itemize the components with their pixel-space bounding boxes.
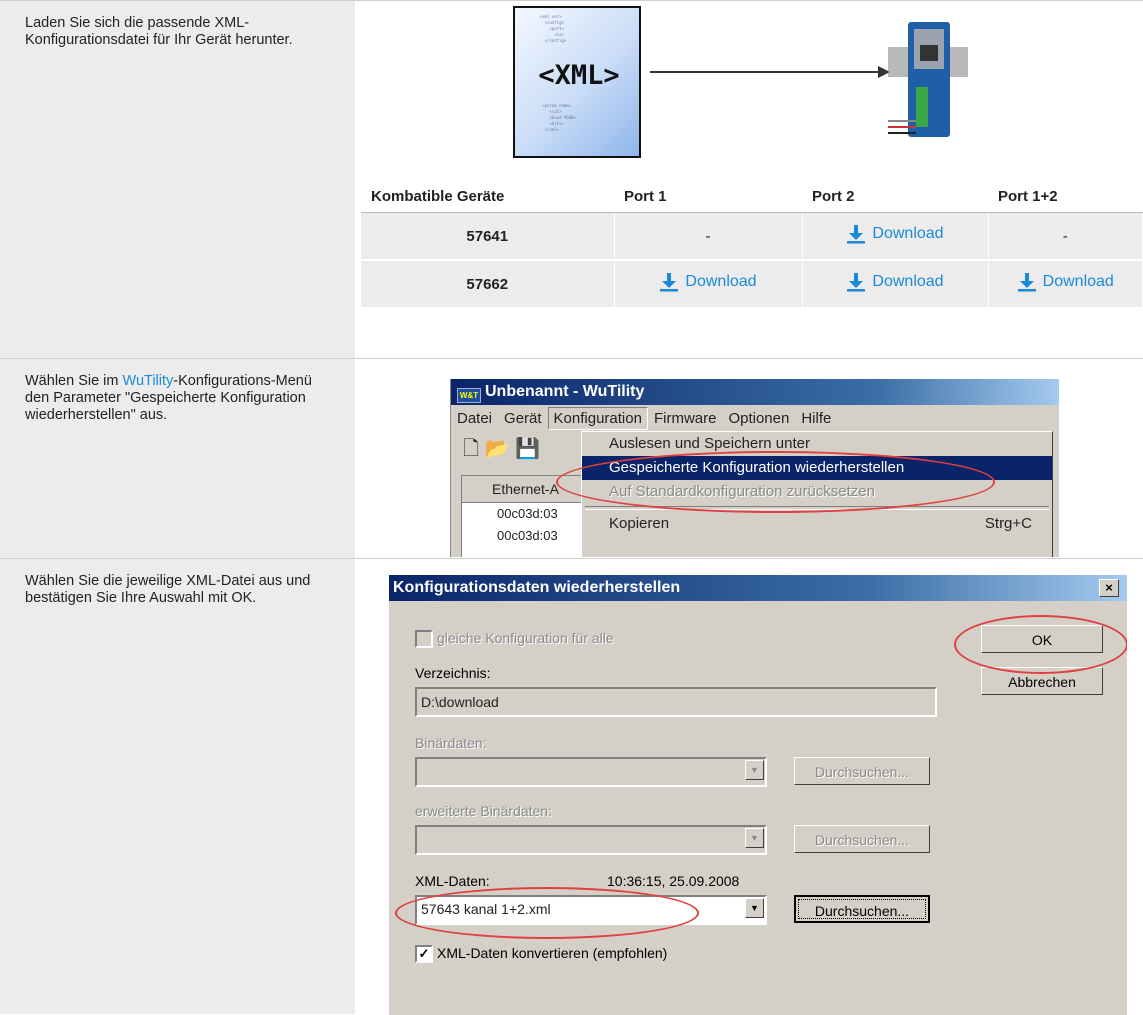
same-config-checkbox: [415, 630, 433, 648]
device-cell: 57641: [361, 212, 615, 261]
download-icon: [660, 273, 679, 292]
ok-highlight-ellipse: [954, 615, 1127, 674]
verzeichnis-label: Verzeichnis:: [415, 665, 491, 681]
verzeichnis-field: D:\download: [415, 687, 937, 717]
kopieren-label: Kopieren: [609, 515, 670, 532]
grid-row[interactable]: 00c03d:03: [462, 503, 587, 525]
save-icon[interactable]: 💾: [515, 438, 540, 460]
convert-checkbox[interactable]: ✓: [415, 945, 433, 963]
step-dialog-row: Wählen Sie die jeweilige XML-Datei aus u…: [0, 558, 1143, 1015]
download-label: Download: [872, 273, 944, 290]
dialog-title: Konfigurationsdaten wiederherstellen: [389, 575, 1127, 601]
window-title: Unbenannt - WuTility: [485, 383, 645, 400]
menu-item-kopieren[interactable]: Kopieren Strg+C: [582, 512, 1052, 536]
download-link[interactable]: Download: [1017, 272, 1114, 292]
download-icon: [1017, 273, 1036, 292]
ext-binaer-select: ▼: [415, 825, 767, 855]
highlight-ellipse: [556, 451, 995, 513]
col-header-port12: Port 1+2: [988, 181, 1143, 213]
download-link[interactable]: Download: [659, 272, 757, 292]
menu-bar: Datei Gerät Konfiguration Firmware Optionen H…: [451, 407, 1059, 431]
kopieren-shortcut: Strg+C: [984, 515, 1032, 532]
col-header-port2: Port 2: [802, 181, 988, 213]
table-row: 57662 Download Download Download: [361, 260, 1143, 309]
binaer-label: Binärdaten:: [415, 735, 487, 751]
ext-binaer-browse-button: Durchsuchen...: [794, 825, 930, 853]
step-description-cell: Wählen Sie im WuTility-Konfigurations-Me…: [0, 359, 355, 559]
table-row: 57641 - Download -: [361, 212, 1143, 261]
port12-cell: -: [988, 212, 1143, 261]
open-folder-icon[interactable]: 📂: [485, 438, 510, 460]
download-label: Download: [1042, 273, 1114, 290]
col-header-port1: Port 1: [614, 181, 802, 213]
step2-text: Wählen Sie im WuTility-Konfigurations-Me…: [25, 373, 325, 424]
close-icon[interactable]: ×: [1099, 579, 1119, 597]
chevron-down-icon: ▼: [745, 760, 764, 780]
download-table: Kombatible Geräte Port 1 Port 2 Port 1+2…: [361, 181, 1143, 309]
com-server-device-icon: [888, 22, 968, 137]
download-icon: [847, 273, 866, 292]
step2-text-before: Wählen Sie im: [25, 373, 123, 389]
device-cell: 57662: [361, 260, 615, 309]
menu-konfiguration[interactable]: Konfiguration: [547, 407, 648, 430]
binaer-select: ▼: [415, 757, 767, 787]
arrow-line: [650, 71, 882, 73]
port2-cell: Download: [802, 260, 989, 309]
wutility-link[interactable]: WuTility: [123, 373, 174, 389]
new-file-icon[interactable]: 🗋: [463, 438, 479, 460]
download-label: Download: [685, 273, 757, 290]
col-header-devices: Kombatible Geräte: [361, 181, 614, 213]
convert-label: XML-Daten konvertieren (empfohlen): [437, 945, 668, 961]
menu-datei[interactable]: Datei: [451, 410, 498, 427]
ext-binaer-label: erweiterte Binärdaten:: [415, 803, 552, 819]
same-config-label: gleiche Konfiguration für alle: [437, 630, 614, 646]
menu-optionen[interactable]: Optionen: [722, 410, 795, 427]
download-link[interactable]: Download: [846, 272, 944, 292]
step3-text: Wählen Sie die jeweilige XML-Datei aus u…: [25, 573, 311, 606]
step-menu-row: Wählen Sie im WuTility-Konfigurations-Me…: [0, 358, 1143, 559]
menu-geraet[interactable]: Gerät: [498, 410, 548, 427]
port2-cell: Download: [802, 212, 989, 261]
menu-firmware[interactable]: Firmware: [648, 410, 723, 427]
download-label: Download: [872, 225, 944, 242]
port1-cell: Download: [614, 260, 803, 309]
step-description-cell: Laden Sie sich die passende XML-Konfigur…: [0, 1, 355, 359]
download-link[interactable]: Download: [846, 224, 944, 244]
download-icon: [847, 225, 866, 244]
step-description-cell: Wählen Sie die jeweilige XML-Datei aus u…: [0, 559, 355, 1014]
table-header-row: Kombatible Geräte Port 1 Port 2 Port 1+2: [361, 181, 1143, 213]
xml-daten-label: XML-Daten:: [415, 873, 490, 889]
chevron-down-icon: ▼: [745, 828, 764, 848]
port12-cell: Download: [988, 260, 1143, 309]
restore-config-dialog: Konfigurationsdaten wiederherstellen × g…: [388, 575, 1127, 1015]
port1-cell: -: [614, 212, 803, 261]
xml-label: <XML>: [538, 60, 620, 91]
step-download-row: Laden Sie sich die passende XML-Konfigur…: [0, 0, 1143, 359]
app-icon: W&T: [457, 388, 481, 403]
binaer-browse-button: Durchsuchen...: [794, 757, 930, 785]
step1-text: Laden Sie sich die passende XML-Konfigur…: [25, 15, 293, 48]
xml-file-icon: <xml ver> <config> <port> <io> </config>…: [513, 6, 641, 158]
xml-timestamp: 10:36:15, 25.09.2008: [607, 873, 740, 889]
menu-hilfe[interactable]: Hilfe: [795, 410, 837, 427]
xml-highlight-ellipse: [395, 887, 699, 939]
xml-browse-button[interactable]: Durchsuchen...: [794, 895, 930, 923]
grid-row[interactable]: 00c03d:03: [462, 525, 587, 547]
wutility-screenshot: W&T Unbenannt - WuTility Datei Gerät Konfig…: [450, 379, 1059, 557]
wutility-titlebar: W&T Unbenannt - WuTility: [451, 379, 1059, 405]
chevron-down-icon[interactable]: ▼: [745, 898, 764, 918]
toolbar: 🗋 📂 💾: [463, 434, 540, 464]
